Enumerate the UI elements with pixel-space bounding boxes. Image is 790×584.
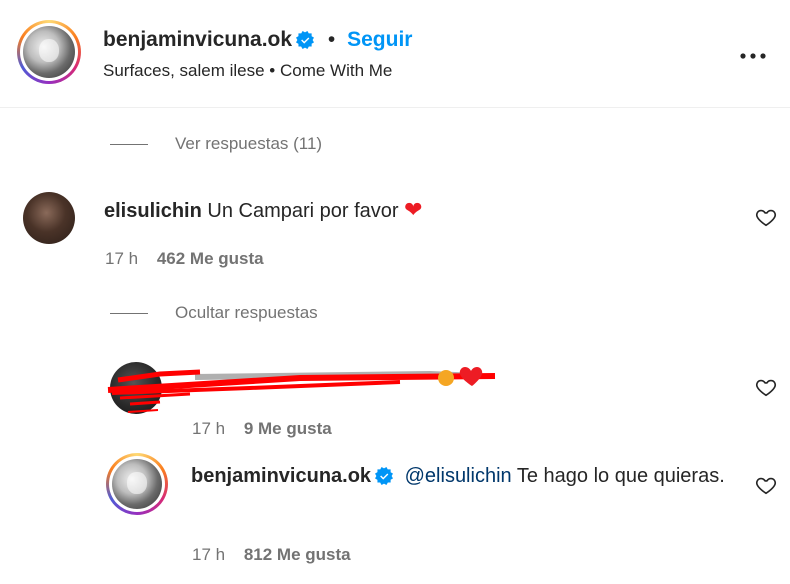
comment-meta: 17 h 462 Me gusta — [105, 249, 264, 269]
author-avatar[interactable] — [17, 20, 81, 84]
comment-username[interactable]: elisulichin — [104, 200, 202, 222]
comment-time: 17 h — [105, 249, 139, 268]
verified-badge-icon — [296, 31, 315, 49]
more-options-button[interactable] — [738, 48, 768, 59]
comment-meta: 17 h 9 Me gusta — [192, 419, 332, 439]
header-divider — [0, 107, 790, 108]
like-heart-icon[interactable] — [755, 206, 777, 228]
follow-button[interactable]: Seguir — [347, 28, 412, 51]
comment-time: 17 h — [192, 419, 226, 438]
commenter-avatar[interactable] — [23, 192, 75, 244]
reply-author-avatar[interactable] — [106, 453, 168, 515]
comment-body: benjaminvicuna.ok @elisulichin Te hago l… — [191, 461, 731, 491]
more-horizontal-icon — [740, 53, 766, 59]
comment-likes[interactable]: 812 Me gusta — [244, 545, 351, 564]
comment-username[interactable]: benjaminvicuna.ok — [191, 465, 371, 487]
audio-track-link[interactable]: Surfaces, salem ilese • Come With Me — [103, 61, 392, 81]
comment-text: Un Campari por favor — [207, 200, 399, 222]
like-heart-icon[interactable] — [755, 474, 777, 496]
header-separator: • — [327, 28, 336, 51]
like-heart-icon[interactable] — [755, 376, 777, 398]
comment-time: 17 h — [192, 545, 226, 564]
comment-text: Te hago lo que quieras. — [516, 465, 725, 487]
heart-emoji: ❤ — [404, 197, 423, 222]
comment-meta: 17 h 812 Me gusta — [192, 545, 351, 565]
comment-body: elisulichin Un Campari por favor ❤ — [104, 195, 423, 226]
replies-line — [110, 313, 148, 314]
comment-likes[interactable]: 9 Me gusta — [244, 419, 332, 438]
hide-replies-button[interactable]: Ocultar respuestas — [175, 303, 318, 323]
author-username[interactable]: benjaminvicuna.ok — [103, 28, 292, 51]
mention-link[interactable]: @elisulichin — [405, 465, 512, 487]
verified-badge-icon — [375, 467, 394, 485]
comment-likes[interactable]: 462 Me gusta — [157, 249, 264, 268]
view-replies-button[interactable]: Ver respuestas (11) — [175, 134, 322, 154]
replies-line — [110, 144, 148, 145]
redaction-scribble — [107, 367, 496, 413]
